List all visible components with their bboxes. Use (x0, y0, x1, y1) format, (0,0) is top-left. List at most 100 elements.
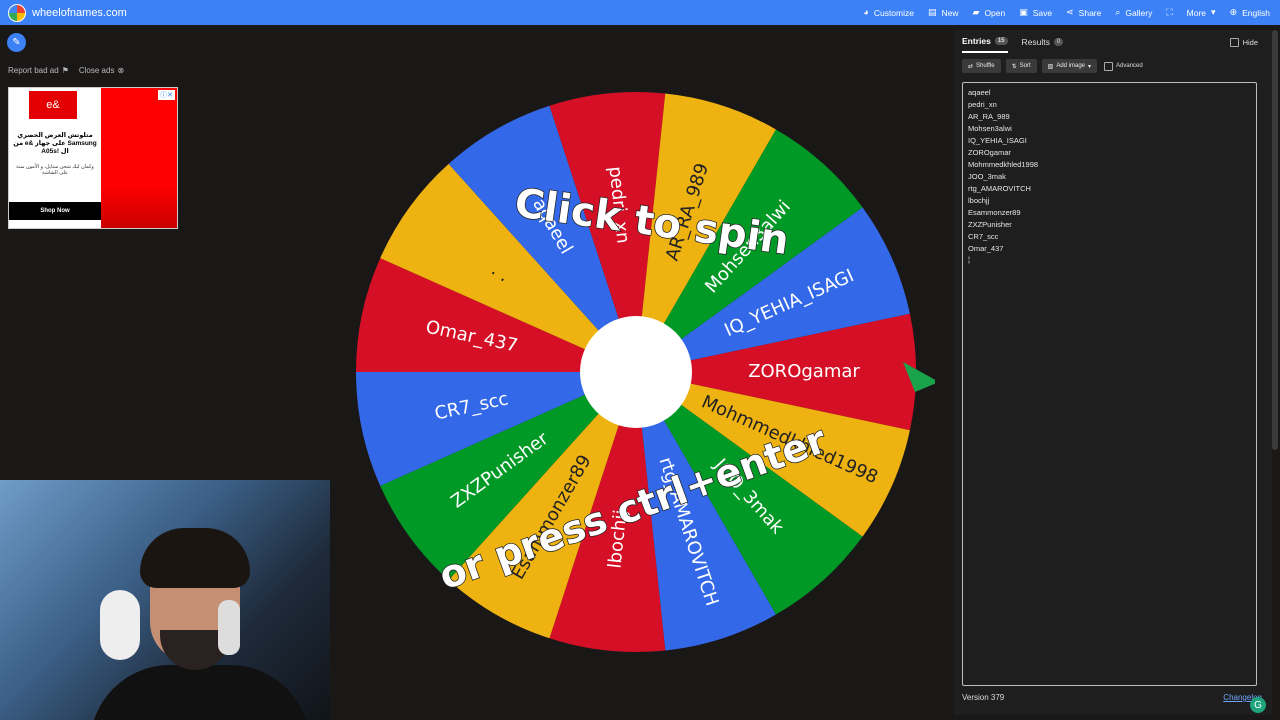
ad-logo: e& (29, 91, 77, 119)
hide-checkbox[interactable] (1229, 38, 1239, 47)
nav-label: Open (984, 7, 1006, 18)
ad-headline: متلوتش العرض الحصري من e& على جهاز Samsu… (13, 132, 97, 155)
entry-line[interactable]: ZXZPunisher (963, 219, 1256, 231)
save-button[interactable]: ▣ Save (1019, 8, 1052, 18)
search-icon: ⌕ (1115, 7, 1121, 17)
entry-line[interactable]: lbochjj (963, 195, 1256, 207)
entry-line[interactable]: rtg_AMAROVITCH (963, 183, 1256, 195)
nav-label: Share (1078, 7, 1102, 18)
entries-count-badge: 15 (994, 37, 1008, 45)
shuffle-label: Shuffle (976, 63, 995, 69)
ad-close-icon[interactable]: ⓘ✕ (158, 90, 175, 100)
close-ads-link[interactable]: Close ads ⊗ (79, 66, 124, 75)
nav-label: Save (1032, 7, 1053, 18)
add-image-button[interactable]: ▨ Add image ▾ (1041, 59, 1098, 73)
file-icon: ▤ (927, 7, 937, 17)
nav-label: English (1242, 7, 1270, 18)
tab-entries-label: Entries (962, 36, 991, 46)
ad-text-area: e& متلوتش العرض الحصري من e& على جهاز Sa… (9, 88, 101, 228)
save-icon: ▣ (1019, 7, 1028, 17)
entry-line[interactable]: Omar_437 (963, 243, 1256, 255)
page-scrollbar[interactable] (1272, 30, 1278, 450)
headset-right-icon (218, 600, 240, 655)
customize-button[interactable]: ◕ Customize (863, 8, 914, 18)
entry-line[interactable]: ZOROgamar (963, 147, 1256, 159)
ad-subtext: وكمان ليك شحن ستايل، و الأمون سنة على ال… (16, 164, 94, 176)
nav-label: New (941, 7, 959, 18)
wheel-center-hub[interactable] (580, 316, 692, 428)
panel-tabs: Entries 15 Results 0 (962, 36, 1064, 53)
entry-line[interactable]: Mohsen3alwi (963, 123, 1256, 135)
share-icon: ⋖ (1066, 7, 1074, 17)
entry-line[interactable]: pedri_xn (963, 99, 1256, 111)
webcam-overlay (0, 480, 330, 720)
report-ad-link[interactable]: Report bad ad ⚑ (8, 66, 69, 75)
share-button[interactable]: ⋖ Share (1066, 8, 1101, 18)
person-body (90, 665, 310, 720)
sort-button[interactable]: ⇅ Sort (1005, 59, 1037, 73)
brand[interactable]: wheelofnames.com (8, 3, 127, 22)
nav-label: More (1186, 7, 1207, 18)
report-ad-label: Report bad ad (8, 66, 59, 75)
new-button[interactable]: ▤ New (928, 8, 959, 18)
close-ads-label: Close ads (78, 66, 115, 75)
image-icon: ▨ (1047, 63, 1054, 70)
add-image-label: Add image (1056, 63, 1086, 69)
wheel[interactable]: IQ_YEHIA_ISAGIZOROgamarMohmmedkhled1998J… (345, 90, 939, 660)
shuffle-button[interactable]: ⇄ Shuffle (962, 59, 1001, 73)
edit-pencil-button[interactable]: ✎ (7, 33, 26, 52)
ad-shop-now-button[interactable]: Shop Now (9, 202, 101, 220)
globe-icon: ⊕ (1229, 7, 1238, 17)
flag-icon: ⚑ (61, 66, 69, 75)
entry-line[interactable]: JOO_3mak (963, 171, 1256, 183)
hide-label: Hide (1242, 38, 1258, 47)
more-button[interactable]: More ▾ (1187, 8, 1216, 18)
chevron-down-icon: ▾ (1211, 7, 1216, 17)
entry-line[interactable]: AR_RA_989 (963, 111, 1256, 123)
sort-label: Sort (1019, 63, 1031, 69)
wheel-segment-label: ZOROgamar (748, 361, 860, 382)
nav-label: Customize (873, 7, 914, 18)
ad-controls: Report bad ad ⚑ Close ads ⊗ (8, 66, 124, 75)
headset-left-icon (100, 590, 140, 660)
shuffle-icon: ⇄ (968, 63, 974, 70)
close-circle-icon: ⊗ (117, 66, 125, 75)
advanced-checkbox[interactable] (1104, 61, 1114, 71)
text-cursor: ¦ (968, 255, 970, 264)
entry-line[interactable]: Esammonzer89 (963, 207, 1256, 219)
entries-toolbar: ⇄ Shuffle ⇅ Sort ▨ Add image ▾ Advanced (962, 59, 1143, 73)
hide-toggle[interactable]: Hide (1229, 38, 1258, 47)
folder-icon: ▰ (972, 7, 980, 17)
language-button[interactable]: ⊕ English (1230, 8, 1270, 18)
entry-line[interactable]: Mohmmedkhled1998 (963, 159, 1256, 171)
pencil-icon: ✎ (12, 37, 21, 48)
open-button[interactable]: ▰ Open (973, 8, 1006, 18)
ad-image (101, 88, 177, 228)
ad-banner[interactable]: e& متلوتش العرض الحصري من e& على جهاز Sa… (8, 87, 178, 229)
results-count-badge: 0 (1053, 38, 1064, 46)
top-bar: wheelofnames.com ◕ Customize ▤ New ▰ Open ▣… (0, 0, 1280, 25)
nav-label: Gallery (1125, 7, 1153, 18)
tab-entries[interactable]: Entries 15 (962, 36, 1008, 53)
version-label: Version 379 (962, 693, 1005, 702)
nav-menu: ◕ Customize ▤ New ▰ Open ▣ Save ⋖ Share ⌕ Gall… (863, 0, 1270, 25)
advanced-toggle[interactable]: Advanced (1104, 61, 1143, 71)
wheel-container[interactable]: IQ_YEHIA_ISAGI ZOROgamar Mohmmedkhled1998 J… (345, 90, 939, 660)
site-title: wheelofnames.com (32, 6, 127, 19)
tab-results-label: Results (1021, 37, 1050, 47)
chevron-down-icon: ▾ (1088, 63, 1092, 70)
entry-line[interactable]: aqaeel (963, 87, 1256, 99)
grammarly-icon[interactable]: G (1250, 697, 1266, 713)
fullscreen-icon: ⛶ (1166, 7, 1173, 17)
palette-icon: ◕ (863, 7, 869, 17)
person-hair (140, 528, 250, 588)
sort-icon: ⇅ (1011, 63, 1017, 70)
entry-line[interactable]: CR7_scc (963, 231, 1256, 243)
gallery-button[interactable]: ⌕ Gallery (1115, 8, 1152, 18)
fullscreen-button[interactable]: ⛶ (1166, 8, 1172, 17)
wheel-logo-icon (8, 3, 26, 22)
tab-results[interactable]: Results 0 (1022, 36, 1064, 53)
entries-textarea[interactable]: aqaeel pedri_xn AR_RA_989 Mohsen3alwi IQ_YEH… (962, 82, 1257, 686)
entries-panel: Entries 15 Results 0 Hide ⇄ Shuffle ⇅ Sort ▨… (954, 30, 1272, 715)
entry-line[interactable]: IQ_YEHIA_ISAGI (963, 135, 1256, 147)
